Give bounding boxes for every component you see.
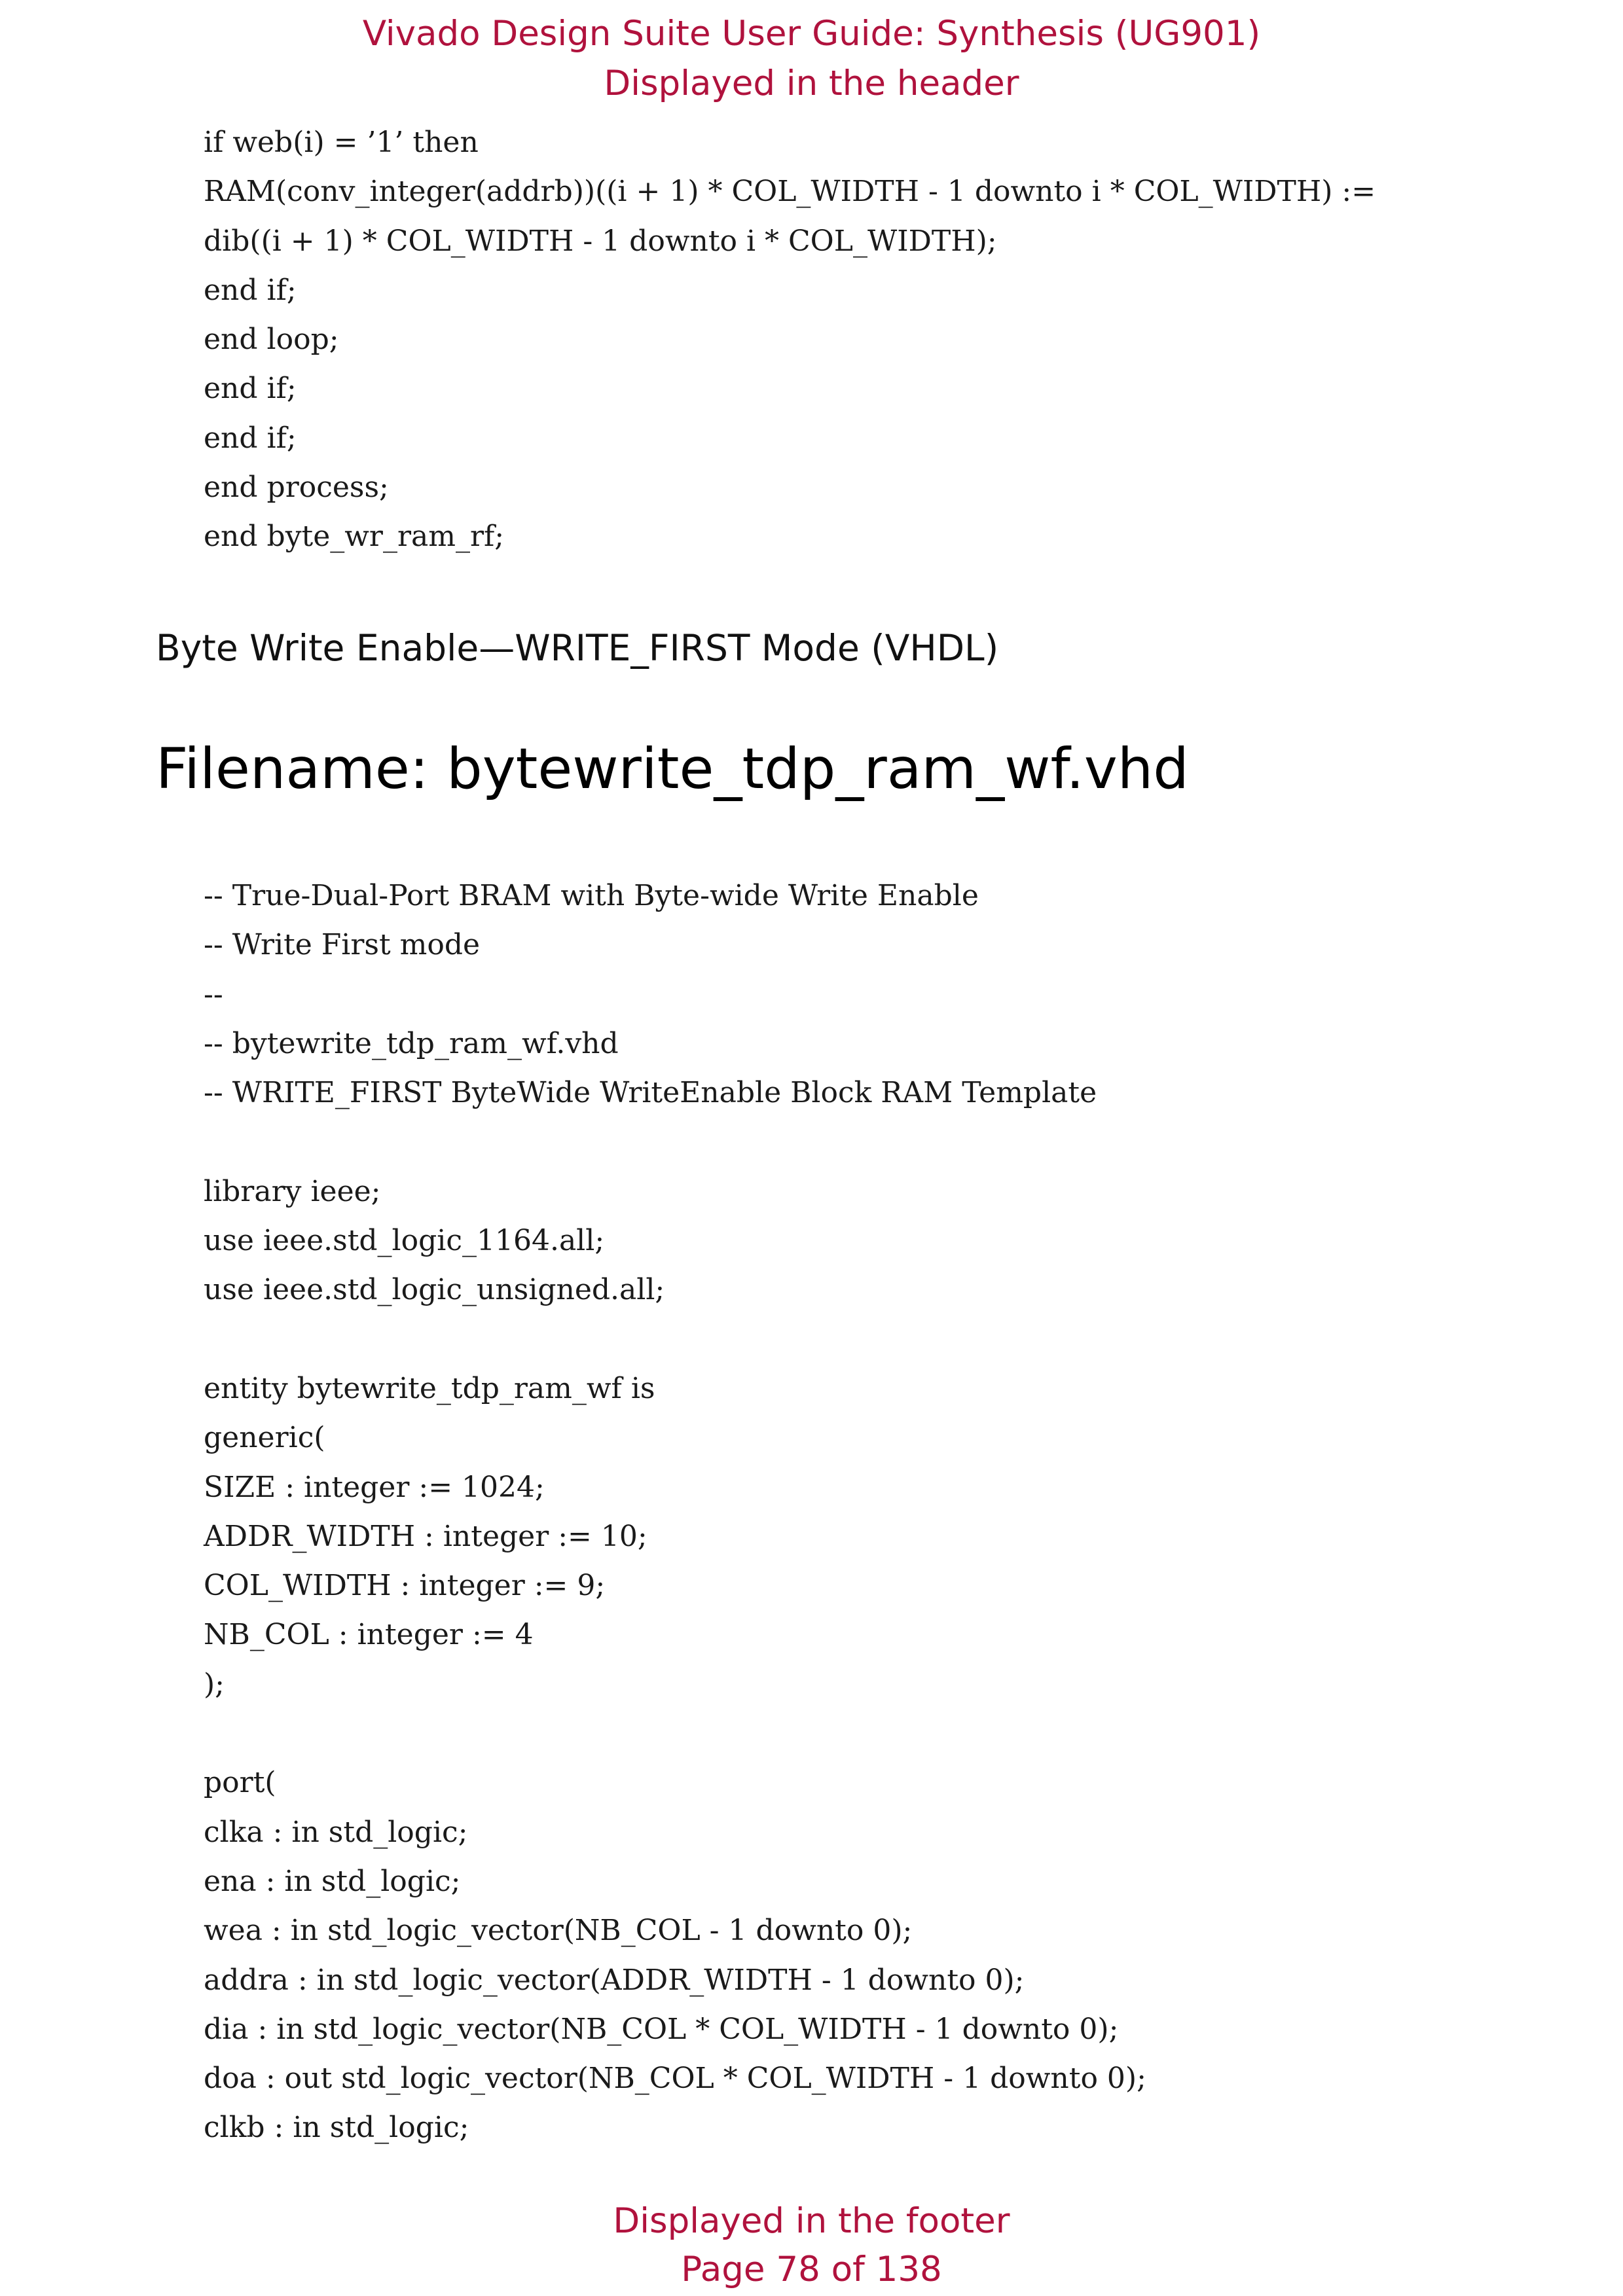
code-line: RAM(conv_integer(addrb))((i + 1) * COL_W…	[204, 175, 1376, 209]
code-line: end if;	[204, 421, 297, 455]
page-footer: Displayed in the footer Page 78 of 138	[0, 2197, 1623, 2294]
code-line: use ieee.std_logic_unsigned.all;	[204, 1273, 665, 1307]
code-line: end if;	[204, 372, 297, 406]
code-line: -- True-Dual-Port BRAM with Byte-wide Wr…	[204, 879, 979, 912]
page-number: Page 78 of 138	[681, 2250, 942, 2289]
code-line: library ieee;	[204, 1174, 381, 1208]
code-line: doa : out std_logic_vector(NB_COL * COL_…	[204, 2062, 1146, 2096]
code-line: -- WRITE_FIRST ByteWide WriteEnable Bloc…	[204, 1076, 1097, 1110]
code-line: end if;	[204, 273, 297, 307]
code-line: wea : in std_logic_vector(NB_COL - 1 dow…	[204, 1914, 913, 1948]
code-line: --	[204, 977, 223, 1011]
footer-note: Displayed in the footer	[613, 2201, 1010, 2241]
code-line: end process;	[204, 471, 389, 505]
code-line: generic(	[204, 1421, 325, 1455]
code-line: port(	[204, 1766, 276, 1800]
section-heading: Byte Write Enable—WRITE_FIRST Mode (VHDL…	[156, 627, 999, 669]
code-line: );	[204, 1667, 225, 1701]
code-line: dib((i + 1) * COL_WIDTH - 1 downto i * C…	[204, 224, 997, 258]
code-line: use ieee.std_logic_1164.all;	[204, 1224, 605, 1258]
page-header: Vivado Design Suite User Guide: Synthesi…	[0, 9, 1623, 109]
code-line: if web(i) = ’1’ then	[204, 126, 479, 159]
code-line: ena : in std_logic;	[204, 1864, 461, 1898]
code-block-main: -- True-Dual-Port BRAM with Byte-wide Wr…	[204, 871, 1146, 2153]
code-line: end byte_wr_ram_rf;	[204, 520, 505, 554]
code-line: -- bytewrite_tdp_ram_wf.vhd	[204, 1026, 619, 1060]
code-line: clkb : in std_logic;	[204, 2111, 469, 2145]
code-line: -- Write First mode	[204, 928, 481, 962]
code-line: SIZE : integer := 1024;	[204, 1470, 545, 1504]
code-line: NB_COL : integer := 4	[204, 1618, 534, 1652]
code-line: clka : in std_logic;	[204, 1815, 468, 1849]
code-line: end loop;	[204, 323, 339, 357]
code-line: ADDR_WIDTH : integer := 10;	[204, 1519, 647, 1553]
document-title: Vivado Design Suite User Guide: Synthesi…	[362, 14, 1261, 54]
code-line: entity bytewrite_tdp_ram_wf is	[204, 1371, 655, 1405]
code-line: addra : in std_logic_vector(ADDR_WIDTH -…	[204, 1963, 1025, 1997]
filename-heading: Filename: bytewrite_tdp_ram_wf.vhd	[156, 736, 1189, 802]
code-line: dia : in std_logic_vector(NB_COL * COL_W…	[204, 2012, 1119, 2046]
code-block-top: if web(i) = ’1’ then RAM(conv_integer(add…	[204, 118, 1376, 562]
header-note: Displayed in the header	[604, 63, 1019, 103]
code-line: COL_WIDTH : integer := 9;	[204, 1569, 606, 1603]
